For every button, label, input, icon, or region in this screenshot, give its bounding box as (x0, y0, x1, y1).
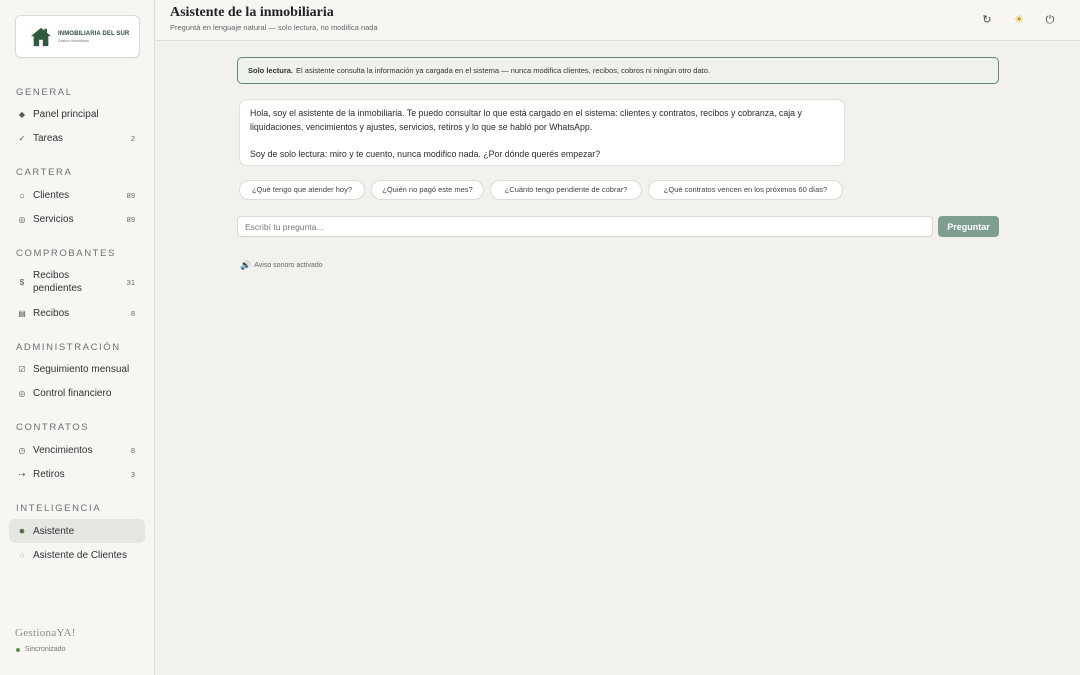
suggestion-chip[interactable]: ¿Qué tengo que atender hoy? (239, 180, 365, 200)
arrow-right-icon: ⇢ (18, 469, 26, 479)
sidebar-item-recibos-pendientes[interactable]: $ Recibos pendientes 31 (9, 266, 145, 298)
sidebar-item-label: Panel principal (33, 108, 99, 120)
sound-toggle[interactable]: 🔊 Aviso sonoro activado (240, 260, 323, 271)
sidebar-item-seguimiento[interactable]: ☑ Seguimiento mensual (9, 358, 145, 380)
sidebar-item-vencimientos[interactable]: ◷ Vencimientos 8 (9, 439, 145, 461)
checkbox-icon: ☑ (18, 364, 26, 374)
page-subtitle: Preguntá en lenguaje natural — solo lect… (170, 23, 378, 32)
sidebar-item-label: Retiros (33, 468, 65, 480)
sidebar-item-label: Recibos (33, 307, 70, 319)
sidebar-item-label: Vencimientos (33, 444, 93, 456)
sun-icon[interactable]: ☀ (1011, 12, 1027, 28)
section-contratos: Contratos (16, 422, 90, 433)
logo-subtitle: Gestión inmobiliaria (58, 38, 89, 43)
suggestion-chip[interactable]: ¿Qué contratos vencen en los próximos 60… (648, 180, 843, 200)
sidebar: INMOBILIARIA DEL SUR Gestión inmobiliari… (0, 0, 155, 675)
count-badge: 2 (130, 133, 135, 143)
check-icon: ✓ (18, 133, 26, 143)
count-badge: 3 (130, 469, 135, 479)
house-logo-icon (30, 27, 52, 46)
section-general: General (16, 87, 73, 98)
target-icon: ◎ (18, 388, 26, 398)
speaker-icon: 🔊 (240, 260, 252, 270)
sidebar-item-panel[interactable]: ◆ Panel principal (9, 103, 145, 125)
sidebar-item-clientes[interactable]: ⌂ Clientes 89 (9, 184, 145, 206)
sidebar-item-control[interactable]: ◎ Control financiero (9, 382, 145, 404)
receipt-icon: ▤ (18, 308, 26, 318)
clock-icon: ◷ (18, 445, 26, 455)
refresh-icon[interactable]: ↻ (979, 12, 995, 28)
house-icon: ⌂ (19, 190, 25, 200)
count-badge: 89 (126, 190, 135, 200)
dollar-icon: $ (19, 277, 25, 287)
message-paragraph: Soy de solo lectura: miro y te cuento, n… (250, 148, 601, 159)
notice-strong: Solo lectura. (248, 66, 294, 75)
suggestion-chip[interactable]: ¿Quién no pagó este mes? (371, 180, 484, 200)
sidebar-item-label: Clientes (33, 189, 70, 201)
suggestion-chip[interactable]: ¿Cuánto tengo pendiente de cobrar? (490, 180, 642, 200)
sync-label: Sincronizado (25, 646, 66, 653)
sound-label: Aviso sonoro activado (254, 262, 323, 269)
section-comprobantes: Comprobantes (16, 248, 116, 259)
sidebar-item-retiros[interactable]: ⇢ Retiros 3 (9, 463, 145, 485)
sidebar-item-label: Tareas (33, 132, 64, 144)
sync-status: Sincronizado (16, 646, 65, 653)
sidebar-item-asistente[interactable]: ✸ Asistente (9, 519, 145, 543)
page-title: Asistente de la inmobiliaria (170, 5, 334, 20)
ask-button[interactable]: Preguntar (938, 216, 999, 237)
brand-name: GestionaYA! (15, 627, 76, 639)
sidebar-item-tareas[interactable]: ✓ Tareas 2 (9, 127, 145, 149)
power-icon[interactable]: ⏻ (1042, 12, 1058, 28)
sidebar-item-label: Seguimiento mensual (33, 363, 130, 375)
question-input[interactable] (237, 216, 933, 237)
count-badge: 8 (130, 445, 135, 455)
sidebar-item-asistente-clientes[interactable]: ◌ Asistente de Clientes (9, 544, 145, 566)
chat-icon: ◌ (19, 550, 25, 560)
section-inteligencia: Inteligencia (16, 503, 102, 514)
status-dot-icon (16, 647, 20, 652)
section-cartera: Cartera (16, 167, 73, 178)
sidebar-item-label: Asistente (33, 525, 75, 537)
page-header: Asistente de la inmobiliaria Preguntá en… (156, 0, 1080, 41)
count-badge: 89 (126, 214, 135, 224)
assistant-message: Hola, soy el asistente de la inmobiliari… (239, 99, 845, 166)
notice-text: El asistente consulta la información ya … (296, 66, 710, 75)
count-badge: 31 (126, 277, 135, 287)
section-administracion: Administración (16, 342, 121, 353)
sidebar-item-label: Control financiero (33, 387, 112, 399)
sidebar-item-label: Servicios (33, 213, 74, 225)
count-badge: 8 (130, 308, 135, 318)
sidebar-item-label: Asistente de Clientes (33, 549, 127, 561)
sidebar-item-servicios[interactable]: ◎ Servicios 89 (9, 208, 145, 230)
diamond-icon: ◆ (18, 109, 26, 119)
target-icon: ◎ (18, 214, 26, 224)
read-only-notice: Solo lectura. El asistente consulta la i… (237, 57, 999, 84)
company-logo[interactable]: INMOBILIARIA DEL SUR Gestión inmobiliari… (15, 15, 140, 58)
sparkle-icon: ✸ (18, 526, 26, 536)
sidebar-item-recibos[interactable]: ▤ Recibos 8 (9, 302, 145, 324)
message-paragraph: Hola, soy el asistente de la inmobiliari… (250, 108, 802, 132)
sidebar-item-label: Recibos pendientes (33, 270, 82, 294)
logo-title: INMOBILIARIA DEL SUR (58, 30, 130, 37)
